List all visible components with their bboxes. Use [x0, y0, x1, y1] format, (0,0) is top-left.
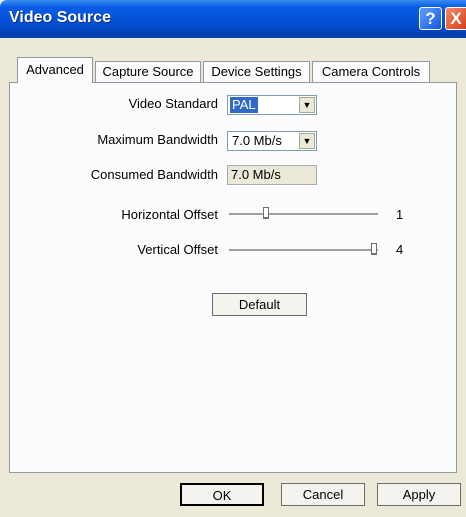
tab-device-settings[interactable]: Device Settings [203, 61, 310, 82]
horizontal-offset-label: Horizontal Offset [121, 207, 218, 222]
tab-capture-source[interactable]: Capture Source [95, 61, 201, 82]
chevron-down-icon[interactable]: ▼ [299, 133, 315, 149]
vertical-offset-label: Vertical Offset [137, 242, 218, 257]
vertical-offset-thumb[interactable] [371, 243, 377, 255]
slider-track [229, 213, 378, 216]
tab-camera-controls[interactable]: Camera Controls [312, 61, 430, 82]
consumed-bandwidth-value: 7.0 Mb/s [231, 167, 281, 182]
horizontal-offset-thumb[interactable] [263, 207, 269, 219]
vertical-offset-value: 4 [396, 242, 404, 257]
video-standard-value: PAL [230, 97, 258, 113]
default-button[interactable]: Default [212, 293, 307, 316]
horizontal-offset-value: 1 [396, 207, 404, 222]
cancel-button[interactable]: Cancel [281, 483, 365, 506]
tab-advanced[interactable]: Advanced [17, 57, 93, 83]
apply-button[interactable]: Apply [377, 483, 461, 506]
consumed-bandwidth-field: 7.0 Mb/s [227, 165, 317, 185]
slider-track [229, 249, 378, 252]
consumed-bandwidth-label: Consumed Bandwidth [90, 167, 218, 182]
max-bandwidth-select[interactable]: 7.0 Mb/s ▼ [227, 131, 317, 151]
help-icon[interactable]: ? [419, 7, 442, 30]
close-icon[interactable]: X [445, 7, 466, 30]
title-bar[interactable]: Video Source ? X [0, 0, 466, 38]
max-bandwidth-label: Maximum Bandwidth [97, 132, 218, 147]
video-standard-select[interactable]: PAL ▼ [227, 95, 317, 115]
max-bandwidth-value: 7.0 Mb/s [232, 133, 282, 148]
video-standard-label: Video Standard [128, 96, 218, 111]
ok-button[interactable]: OK [180, 483, 264, 506]
video-source-dialog: Video Source ? X Advanced Capture Source… [0, 0, 466, 517]
chevron-down-icon[interactable]: ▼ [299, 97, 315, 113]
window-title: Video Source [9, 9, 111, 26]
